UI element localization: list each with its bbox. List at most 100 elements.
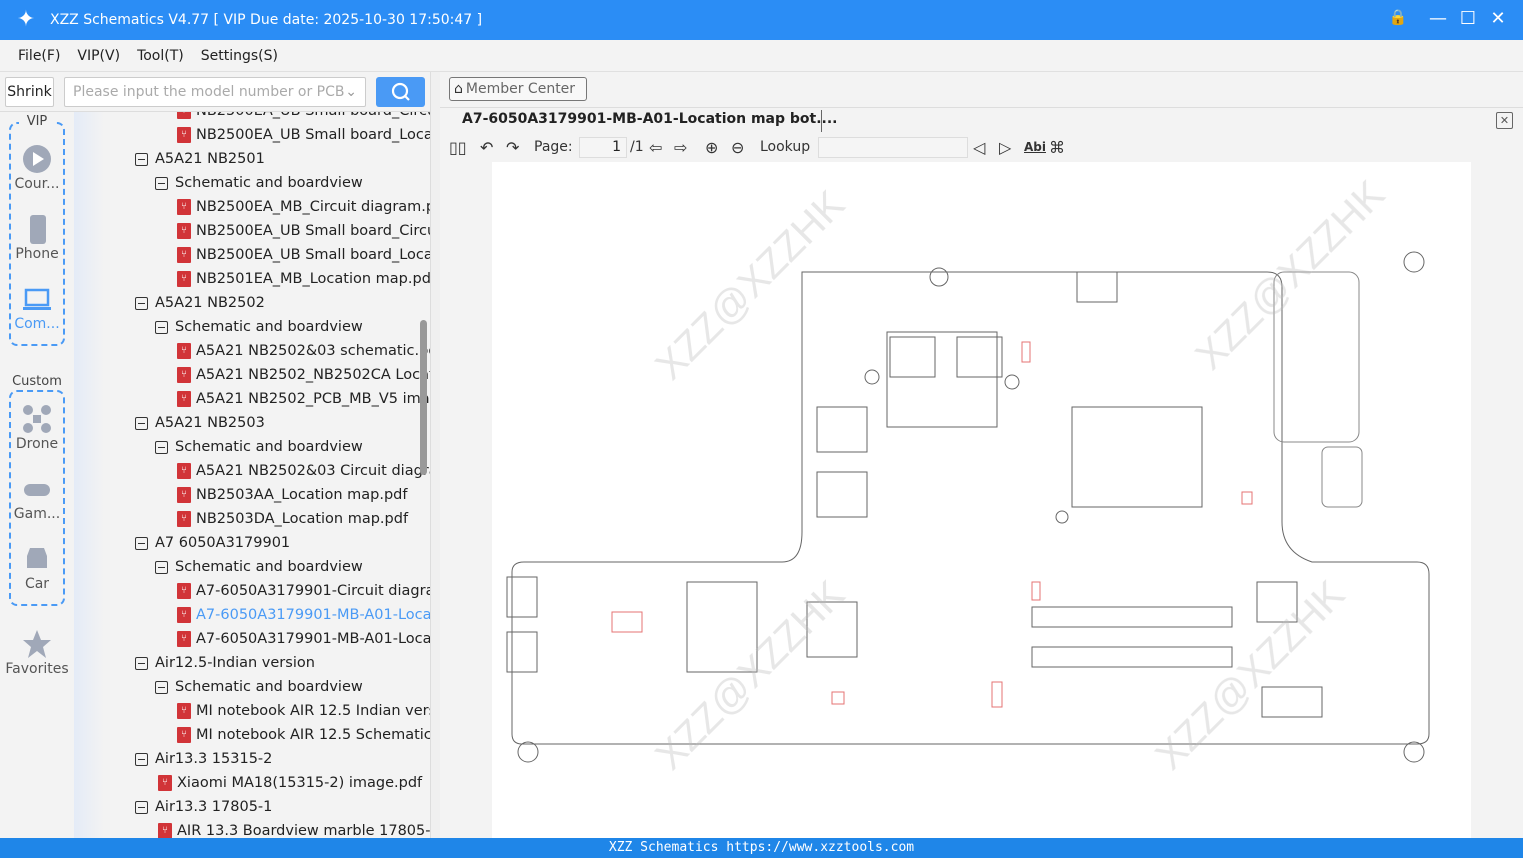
rotate-left-icon[interactable]: ↶ <box>480 138 493 157</box>
minimize-button[interactable]: — <box>1426 8 1450 29</box>
panel-splitter[interactable] <box>430 72 440 838</box>
close-tabs-icon[interactable]: ✕ <box>1496 112 1513 129</box>
watermark: XZZ@XZZHK <box>1187 172 1393 378</box>
find-next-icon[interactable]: ▷ <box>999 138 1011 157</box>
tree-file[interactable]: ⑂ NB2503AA_Location map.pdf <box>177 483 407 507</box>
watermark: XZZ@XZZHK <box>1147 572 1353 778</box>
tree-file[interactable]: ⑂ NB2500EA_UB Small board_Circui <box>177 219 430 243</box>
collapse-icon[interactable] <box>135 752 148 766</box>
tree-folder[interactable]: A5A21 NB2502 <box>135 291 265 315</box>
collapse-icon[interactable] <box>155 440 168 454</box>
tree-file[interactable]: ⑂ NB2500EA_MB_Circuit diagram.pdf <box>177 195 430 219</box>
tree-folder[interactable]: Schematic and boardview <box>155 315 363 339</box>
tree-label: Schematic and boardview <box>175 175 363 191</box>
zoom-out-icon[interactable]: ⊖ <box>731 138 744 157</box>
pdf-icon: ⑂ <box>158 823 172 838</box>
rail-car[interactable]: Car <box>0 544 74 592</box>
prev-page-icon[interactable]: ⇦ <box>649 138 662 157</box>
tree-file[interactable]: ⑂ MI notebook AIR 12.5 Schematic <box>177 723 430 747</box>
tree-folder[interactable]: Schematic and boardview <box>155 675 363 699</box>
tree-scrollbar[interactable] <box>420 320 427 475</box>
collapse-icon[interactable] <box>155 560 168 574</box>
vip-bag-icon[interactable]: 🔒 <box>1386 8 1410 26</box>
rail-computer[interactable]: Com... <box>0 284 74 332</box>
tree-label: AIR 13.3 Boardview marble 17805-1. <box>177 823 430 838</box>
tree-file[interactable]: ⑂ NB2501EA_MB_Location map.pdf <box>177 267 430 291</box>
tree-folder[interactable]: Schematic and boardview <box>155 555 363 579</box>
tree-folder[interactable]: Air13.3 15315-2 <box>135 747 272 771</box>
tree-label: A7-6050A3179901-MB-A01-Locat <box>196 607 430 623</box>
lookup-input[interactable] <box>818 137 968 158</box>
collapse-icon[interactable] <box>135 656 148 670</box>
binoculars-icon[interactable]: ⌘ <box>1049 138 1065 157</box>
maximize-button[interactable]: ☐ <box>1456 8 1480 29</box>
tab-divider <box>821 110 822 132</box>
tree-folder[interactable]: Schematic and boardview <box>155 171 363 195</box>
tree-label: MI notebook AIR 12.5 Schematic <box>196 727 430 743</box>
rail-drone[interactable]: Drone <box>0 404 74 452</box>
collapse-icon[interactable] <box>135 152 148 166</box>
tree-file[interactable]: ⑂ NB2500EA_UB Small board_Locat <box>177 243 430 267</box>
collapse-icon[interactable] <box>135 800 148 814</box>
menu-file[interactable]: File(F) <box>18 48 60 64</box>
next-page-icon[interactable]: ⇨ <box>674 138 687 157</box>
tree-file[interactable]: ⑂ NB2503DA_Location map.pdf <box>177 507 408 531</box>
collapse-icon[interactable] <box>135 536 148 550</box>
pdf-icon: ⑂ <box>177 727 191 743</box>
page-input[interactable]: 1 <box>579 137 627 158</box>
collapse-icon[interactable] <box>155 176 168 190</box>
tree-file[interactable]: ⑂ A7-6050A3179901-MB-A01-Locat <box>177 627 430 651</box>
close-button[interactable]: ✕ <box>1486 8 1510 29</box>
collapse-icon[interactable] <box>155 320 168 334</box>
pdf-page[interactable]: XZZ@XZZHK XZZ@XZZHK XZZ@XZZHK XZZ@XZZHK <box>492 162 1471 838</box>
two-page-icon[interactable]: ▯▯ <box>449 138 467 157</box>
tree-folder[interactable]: Air13.3 17805-1 <box>135 795 272 819</box>
collapse-icon[interactable] <box>135 296 148 310</box>
pdf-icon: ⑂ <box>177 343 191 359</box>
tree-folder[interactable]: Schematic and boardview <box>155 435 363 459</box>
tree-file[interactable]: ⑂ NB2500EA_UB Small board_Circuit <box>177 112 430 123</box>
collapse-icon[interactable] <box>155 680 168 694</box>
tree-label: A7-6050A3179901-MB-A01-Locat <box>196 631 430 647</box>
tree-label: A5A21 NB2501 <box>155 151 265 167</box>
tree-file[interactable]: ⑂ Xiaomi MA18(15315-2) image.pdf <box>158 771 422 795</box>
tree-folder[interactable]: A5A21 NB2501 <box>135 147 265 171</box>
drone-icon <box>23 405 51 433</box>
chevron-down-icon[interactable]: ⌄ <box>345 78 357 106</box>
tree-file[interactable]: ⑂ MI notebook AIR 12.5 Indian vers <box>177 699 430 723</box>
rotate-right-icon[interactable]: ↷ <box>506 138 519 157</box>
rail-courses[interactable]: Cour... <box>0 144 74 192</box>
tree-file[interactable]: ⑂ A7-6050A3179901-Circuit diagram <box>177 579 430 603</box>
tree-label: A5A21 NB2502_NB2502CA Locati <box>196 367 430 383</box>
watermark: XZZ@XZZHK <box>647 182 853 388</box>
tree-file[interactable]: ⑂ A5A21 NB2502_PCB_MB_V5 imag <box>177 387 430 411</box>
menu-settings[interactable]: Settings(S) <box>201 48 278 64</box>
tree-file[interactable]: ⑂ A5A21 NB2502&03 schematic.pdf <box>177 339 430 363</box>
member-center-button[interactable]: ⌂ Member Center <box>449 77 587 101</box>
search-icon <box>391 82 410 101</box>
tree-label: A5A21 NB2502&03 schematic.pdf <box>196 343 430 359</box>
match-text-button[interactable]: Abi <box>1024 140 1046 154</box>
zoom-in-icon[interactable]: ⊕ <box>705 138 718 157</box>
tree-file[interactable]: ⑂ A5A21 NB2502&03 Circuit diagra <box>177 459 430 483</box>
tree-file[interactable]: ⑂ A7-6050A3179901-MB-A01-Locat <box>177 603 430 627</box>
tree-folder[interactable]: Air12.5-Indian version <box>135 651 315 675</box>
rail-favorites[interactable]: Favorites <box>0 629 74 677</box>
rail-games[interactable]: Gam... <box>0 474 74 522</box>
rail-phone[interactable]: Phone <box>0 214 74 262</box>
tree-folder[interactable]: A5A21 NB2503 <box>135 411 265 435</box>
shrink-button[interactable]: Shrink <box>5 77 54 107</box>
tree-label: Schematic and boardview <box>175 679 363 695</box>
search-button[interactable] <box>376 77 425 107</box>
menu-vip[interactable]: VIP(V) <box>77 48 120 64</box>
tab-document[interactable]: A7-6050A3179901-MB-A01-Location map bot.… <box>462 111 838 127</box>
tree-folder[interactable]: A7 6050A3179901 <box>135 531 290 555</box>
pdf-icon: ⑂ <box>177 607 191 623</box>
tree-file[interactable]: ⑂ A5A21 NB2502_NB2502CA Locati <box>177 363 430 387</box>
tree-file[interactable]: ⑂ NB2500EA_UB Small board_Locat <box>177 123 430 147</box>
tree-file[interactable]: ⑂ AIR 13.3 Boardview marble 17805-1. <box>158 819 430 838</box>
collapse-icon[interactable] <box>135 416 148 430</box>
find-prev-icon[interactable]: ◁ <box>973 138 985 157</box>
model-search-input[interactable]: Please input the model number or PCB ⌄ <box>64 77 366 107</box>
menu-tool[interactable]: Tool(T) <box>137 48 184 64</box>
